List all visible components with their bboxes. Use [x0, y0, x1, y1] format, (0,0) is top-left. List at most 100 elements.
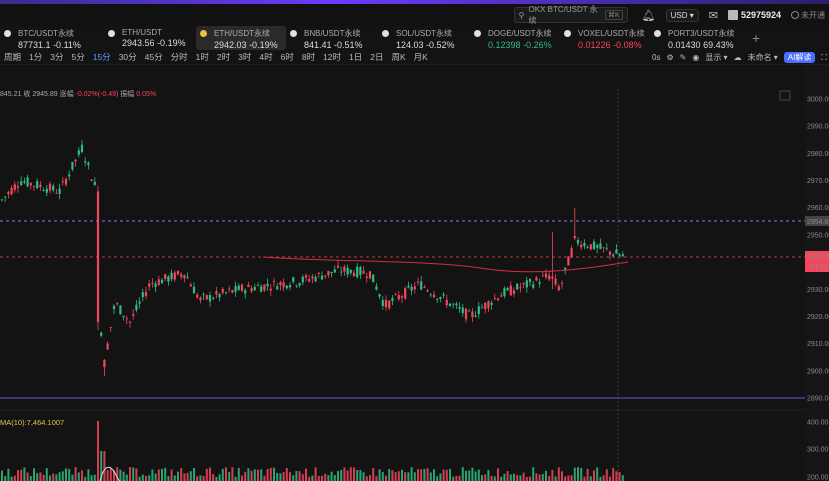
volume-bar [125, 474, 128, 481]
moving-average-line [262, 256, 629, 273]
candle-body [87, 162, 90, 165]
candle-body [468, 310, 471, 312]
period-2h[interactable]: 2时 [213, 51, 234, 63]
ticker-eth-spot[interactable]: ETH/USDT 2943.56 -0.19% [104, 26, 196, 50]
ticker-port3-perp[interactable]: PORT3/USDT永续 0.01430 69.43% [650, 26, 742, 50]
volume-bar [388, 469, 391, 481]
cloud-icon[interactable]: ☁ [734, 53, 742, 62]
period-1m[interactable]: 1分 [25, 51, 46, 63]
candle-body [189, 284, 192, 287]
ticker-bnb-perp[interactable]: BNB/USDT永续 841.41 -0.51% [286, 26, 378, 50]
candle-body [13, 184, 16, 190]
period-30m[interactable]: 30分 [115, 51, 141, 63]
candle-body [365, 276, 368, 278]
volume-bar [497, 468, 499, 481]
volume-bar [564, 476, 567, 481]
candle-body [413, 286, 416, 290]
period-12h[interactable]: 12时 [319, 51, 345, 63]
add-ticker-icon[interactable]: + [742, 26, 760, 50]
period-8h[interactable]: 8时 [298, 51, 319, 63]
period-2d[interactable]: 2日 [366, 51, 387, 63]
volume-bar [461, 467, 464, 481]
candle-body [528, 279, 532, 282]
ticker-voxel-perp[interactable]: VOXEL/USDT永续 0.01226 -0.08% [560, 26, 650, 50]
period-week[interactable]: 周K [387, 51, 409, 63]
verify-status[interactable]: 未开通 [791, 10, 825, 21]
mail-icon[interactable]: ✉ [709, 9, 718, 22]
edit-icon[interactable]: ✎ [680, 53, 687, 62]
candle-body [602, 247, 605, 249]
candle-body [493, 297, 496, 299]
price-axis-label: 2920.00 [807, 314, 829, 321]
candle-body [173, 272, 176, 280]
candle-body [298, 283, 301, 286]
period-3h[interactable]: 3时 [234, 51, 255, 63]
period-15m[interactable]: 15分 [89, 51, 115, 63]
candle-body [455, 303, 458, 306]
candle-body [372, 274, 375, 283]
user-account[interactable]: 52975924 [727, 10, 781, 20]
volume-bar [577, 467, 579, 481]
settings-icon[interactable]: ⚙ [666, 53, 673, 62]
candle-body [122, 315, 125, 318]
candle-body [263, 284, 266, 291]
volume-bar [522, 472, 525, 481]
volume-bar [458, 475, 461, 481]
period-45m[interactable]: 45分 [141, 51, 167, 63]
volume-bar [269, 467, 272, 481]
candle-body [576, 240, 580, 244]
display-menu[interactable]: 显示 ▾ [705, 52, 727, 63]
search-input[interactable]: ⚲ OKX BTC/USDT 永续 ⌘K [513, 5, 628, 25]
volume-bar [263, 475, 266, 481]
chart-toolbar: 周期 1分 3分 5分 15分 30分 45分 分时 1时 2时 3时 4时 6… [0, 50, 829, 65]
period-1h[interactable]: 1时 [192, 51, 213, 63]
candle-body [583, 242, 586, 247]
volume-bar [436, 476, 439, 481]
period-4h[interactable]: 4时 [255, 51, 276, 63]
volume-bar [196, 476, 199, 481]
ai-analysis-button[interactable]: AI解读 [783, 52, 816, 63]
candle-body [74, 159, 77, 162]
period-5m[interactable]: 5分 [67, 51, 88, 63]
volume-bar [369, 475, 371, 481]
period-month[interactable]: 月K [410, 51, 432, 63]
volume-bar [71, 474, 74, 481]
candle-body [416, 281, 420, 283]
ticker-sol-perp[interactable]: SOL/USDT永续 124.03 -0.52% [378, 26, 470, 50]
fullscreen-icon[interactable]: ⛶ [821, 53, 827, 63]
ticker-eth-perp[interactable]: ETH/USDT永续 2942.03 -0.19% [196, 26, 286, 50]
camera-icon[interactable]: ◉ [692, 53, 699, 62]
volume-bar [106, 470, 109, 481]
ticker-doge-perp[interactable]: DOGE/USDT永续 0.12398 -0.26% [470, 26, 560, 50]
ticker-btc-perp[interactable]: BTC/USDT永续 87731.1 -0.11% [0, 26, 104, 50]
volume-bar [410, 467, 413, 481]
currency-select[interactable]: USD ▾ [665, 8, 699, 22]
candlestick-chart[interactable]: 3000.00 2990.00 2980.00 2970.00 2960.00 2950.… [0, 65, 829, 481]
bell-icon[interactable]: 🔔︎ [642, 9, 656, 22]
period-1d[interactable]: 1日 [345, 51, 366, 63]
volume-bar [509, 474, 512, 481]
candle-body [618, 254, 621, 256]
price-axis-label: 2990.00 [807, 124, 829, 131]
candle-body [464, 308, 468, 320]
volume-bar [161, 468, 163, 481]
candle-body [477, 306, 480, 315]
volume-bar [529, 476, 531, 481]
volume-bar [327, 475, 330, 481]
period-3m[interactable]: 3分 [46, 51, 67, 63]
candle-body [250, 288, 253, 292]
candle-body [522, 282, 525, 285]
candle-body [548, 275, 551, 280]
candle-body [180, 274, 183, 277]
volume-bar [7, 468, 10, 481]
candle-body [621, 254, 624, 257]
volume-bar [525, 476, 528, 481]
volume-bar [289, 472, 291, 481]
period-timeline[interactable]: 分时 [167, 51, 192, 63]
candle-body [39, 184, 42, 188]
period-6h[interactable]: 6时 [277, 51, 298, 63]
volume-bar [596, 467, 599, 481]
volume-bar [145, 475, 147, 481]
current-price-marker: 2942.03 [807, 254, 829, 261]
layout-name[interactable]: 未命名 ▾ [748, 52, 778, 63]
